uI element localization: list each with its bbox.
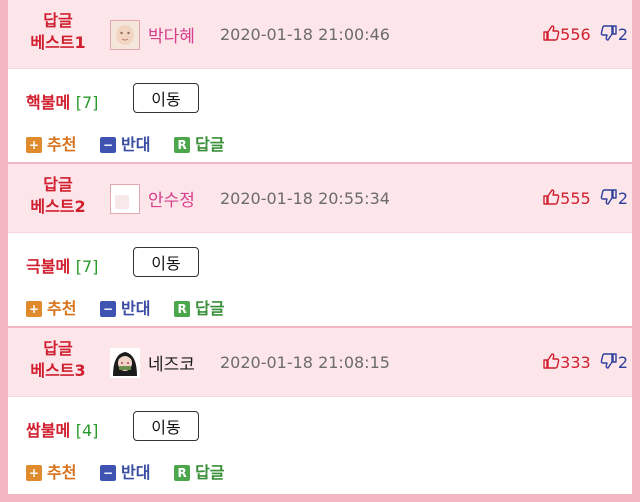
plus-icon: +: [26, 137, 42, 153]
move-button[interactable]: 이동: [133, 83, 199, 113]
comment-actions: + 추천 − 반대 R 답글: [26, 295, 243, 319]
plus-icon: +: [26, 465, 42, 481]
upvote[interactable]: 555: [542, 189, 596, 208]
comment-title: 핵불메: [26, 93, 71, 112]
reply-label: 답글: [195, 135, 225, 154]
minus-icon: −: [100, 465, 117, 481]
comment-date: 2020-01-18 21:00:46: [220, 25, 390, 44]
recommend-button[interactable]: + 추천: [26, 295, 76, 319]
oppose-label: 반대: [121, 463, 151, 482]
recommend-label: 추천: [47, 135, 77, 154]
oppose-label: 반대: [121, 299, 151, 318]
minus-icon: −: [100, 301, 117, 317]
comment-actions: + 추천 − 반대 R 답글: [26, 459, 243, 483]
oppose-button[interactable]: − 반대: [100, 295, 150, 319]
comment-actions: + 추천 − 반대 R 답글: [26, 131, 243, 155]
reply-count: [7]: [75, 257, 99, 276]
comment-body: 쌉불메 [4] 이동 + 추천 − 반대 R 답글: [8, 397, 632, 491]
comment-header: 답글 베스트3 네즈코 2020-01-18 21:08:15 333 2: [8, 328, 632, 397]
vote-counts: 555 2: [542, 188, 628, 210]
comment-card: 답글 베스트1 박다혜 2020-01-18 21:00:46 556 2 핵불…: [8, 0, 632, 164]
move-button[interactable]: 이동: [133, 247, 199, 277]
comment-body: 극불메 [7] 이동 + 추천 − 반대 R 답글: [8, 233, 632, 327]
reply-button[interactable]: R 답글: [174, 131, 225, 155]
downvote-count: 2: [617, 25, 628, 44]
reply-button[interactable]: R 답글: [174, 459, 225, 483]
oppose-button[interactable]: − 반대: [100, 459, 150, 483]
vote-counts: 556 2: [542, 24, 628, 46]
comment-date: 2020-01-18 21:08:15: [220, 353, 390, 372]
vote-counts: 333 2: [542, 352, 628, 374]
reply-count: [7]: [75, 93, 99, 112]
best-rank-label: 답글 베스트3: [8, 338, 108, 382]
thumbs-up-icon: [542, 24, 560, 46]
rank-line-2: 베스트3: [30, 361, 86, 380]
rank-line-1: 답글: [43, 339, 73, 358]
reply-label: 답글: [195, 299, 225, 318]
best-rank-label: 답글 베스트2: [8, 174, 108, 218]
reply-r-icon: R: [174, 301, 191, 317]
comment-date: 2020-01-18 20:55:34: [220, 189, 390, 208]
thumbs-down-icon: [600, 188, 618, 210]
reply-count: [4]: [75, 421, 99, 440]
upvote[interactable]: 333: [542, 353, 596, 372]
reply-label: 답글: [195, 463, 225, 482]
upvote-count: 333: [560, 353, 591, 372]
recommend-button[interactable]: + 추천: [26, 459, 76, 483]
minus-icon: −: [100, 137, 117, 153]
comment-card: 답글 베스트2 안수정 2020-01-18 20:55:34 555 2 극불…: [8, 164, 632, 328]
author-name[interactable]: 네즈코: [148, 350, 195, 375]
comment-title: 극불메: [26, 257, 71, 276]
thumbs-up-icon: [542, 188, 560, 210]
downvote-count: 2: [617, 353, 628, 372]
reply-r-icon: R: [174, 465, 191, 481]
comment-title: 쌉불메: [26, 421, 71, 440]
recommend-button[interactable]: + 추천: [26, 131, 76, 155]
oppose-label: 반대: [121, 135, 151, 154]
move-button[interactable]: 이동: [133, 411, 199, 441]
rank-line-2: 베스트2: [30, 197, 86, 216]
comment-header: 답글 베스트1 박다혜 2020-01-18 21:00:46 556 2: [8, 0, 632, 69]
reply-button[interactable]: R 답글: [174, 295, 225, 319]
best-comment-list: 답글 베스트1 박다혜 2020-01-18 21:00:46 556 2 핵불…: [8, 0, 632, 494]
thumbs-down-icon: [600, 352, 618, 374]
comment-card: 답글 베스트3 네즈코 2020-01-18 21:08:15 333 2 쌉불…: [8, 328, 632, 494]
downvote-count: 2: [617, 189, 628, 208]
comment-text: 극불메 [7]: [26, 253, 98, 277]
comment-header: 답글 베스트2 안수정 2020-01-18 20:55:34 555 2: [8, 164, 632, 233]
upvote[interactable]: 556: [542, 25, 596, 44]
author-name[interactable]: 박다혜: [148, 22, 195, 47]
rank-line-1: 답글: [43, 175, 73, 194]
rank-line-2: 베스트1: [30, 33, 86, 52]
thumbs-up-icon: [542, 352, 560, 374]
thumbs-down-icon: [600, 24, 618, 46]
avatar[interactable]: [110, 20, 140, 50]
author-name[interactable]: 안수정: [148, 186, 195, 211]
recommend-label: 추천: [47, 463, 77, 482]
avatar[interactable]: [110, 184, 140, 214]
reply-r-icon: R: [174, 137, 191, 153]
recommend-label: 추천: [47, 299, 77, 318]
best-rank-label: 답글 베스트1: [8, 10, 108, 54]
downvote[interactable]: 2: [600, 25, 628, 44]
comment-body: 핵불메 [7] 이동 + 추천 − 반대 R 답글: [8, 69, 632, 163]
rank-line-1: 답글: [43, 11, 73, 30]
upvote-count: 556: [560, 25, 591, 44]
upvote-count: 555: [560, 189, 591, 208]
oppose-button[interactable]: − 반대: [100, 131, 150, 155]
comment-text: 핵불메 [7]: [26, 89, 98, 113]
plus-icon: +: [26, 301, 42, 317]
comment-text: 쌉불메 [4]: [26, 417, 98, 441]
avatar[interactable]: [110, 348, 140, 378]
downvote[interactable]: 2: [600, 189, 628, 208]
downvote[interactable]: 2: [600, 353, 628, 372]
